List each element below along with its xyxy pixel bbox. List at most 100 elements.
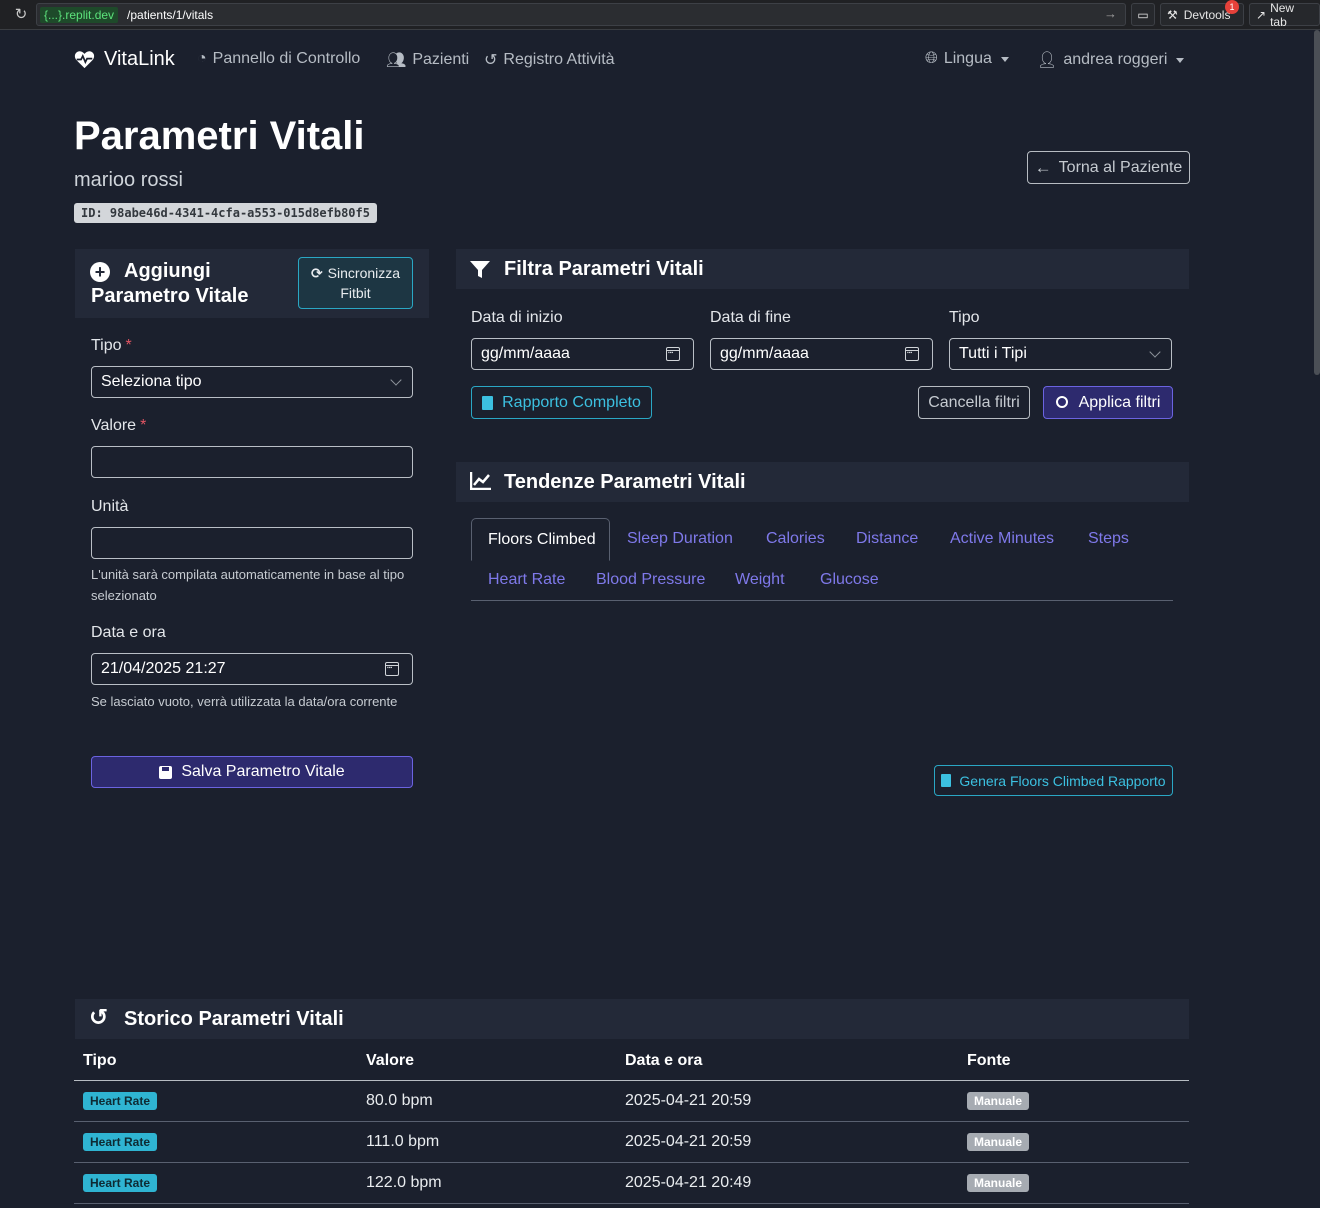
url-path: /patients/1/vitals [127, 7, 214, 22]
type-select[interactable]: Seleziona tipo [91, 366, 413, 398]
datetime-cell: 2025-04-21 20:49 [625, 1174, 752, 1191]
url-host: {...}.replit.dev [40, 6, 119, 23]
patient-id-badge: ID: 98abe46d-4341-4cfa-a553-015d8efb80f5 [74, 203, 377, 223]
type-select-value: Seleziona tipo [101, 373, 202, 390]
apply-filters-label: Applica filtri [1078, 393, 1161, 411]
start-date-placeholder: gg/mm/aaaa [481, 345, 570, 362]
save-vital-label: Salva Parametro Vitale [181, 763, 345, 780]
datetime-cell: 2025-04-21 20:59 [625, 1092, 752, 1109]
tab-calories[interactable]: Calories [766, 530, 825, 548]
tab-weight[interactable]: Weight [735, 571, 785, 589]
devtools-label: Devtools [1183, 7, 1231, 22]
tabs-divider [471, 600, 1173, 601]
calendar-icon[interactable] [385, 662, 399, 676]
clear-filters-button[interactable]: Cancella filtri [918, 386, 1030, 419]
devtools-button[interactable]: ⚒ Devtools 1 [1160, 0, 1244, 26]
tab-distance[interactable]: Distance [856, 530, 918, 548]
brand-link[interactable]: VitaLink [74, 48, 175, 71]
nav-activity-label: Registro Attività [503, 51, 615, 68]
chevron-down-icon [390, 374, 402, 386]
tab-glucose[interactable]: Glucose [820, 571, 879, 589]
filter-type-value: Tutti i Tipi [959, 345, 1027, 362]
end-date-input[interactable]: gg/mm/aaaa [710, 338, 933, 370]
plus-circle-icon: + [90, 262, 110, 282]
value-input[interactable] [91, 446, 413, 478]
column-header-datetime: Data e ora [625, 1052, 703, 1069]
apply-filters-button[interactable]: Applica filtri [1043, 386, 1173, 419]
user-dropdown[interactable]: 👤︎ andrea roggeri [1037, 50, 1184, 70]
value-label: Valore * [91, 417, 147, 434]
nav-activity-log[interactable]: ↺ Registro Attività [484, 50, 615, 70]
row-divider [74, 1203, 1189, 1204]
address-bar[interactable]: {...}.replit.dev /patients/1/vitals → [36, 3, 1126, 26]
navbar: VitaLink ◔ Pannello di Controllo 👥︎ Pazi… [0, 30, 1320, 90]
new-tab-button[interactable]: ↗ New tab [1249, 0, 1320, 29]
arrow-right-icon[interactable]: → [1104, 6, 1117, 21]
filter-title: Filtra Parametri Vitali [504, 258, 704, 280]
value-cell: 111.0 bpm [366, 1133, 440, 1150]
add-vital-header: + Aggiungi Parametro Vitale ⟳ Sincronizza… [75, 249, 429, 318]
language-dropdown[interactable]: 🌐︎ Lingua [925, 50, 1009, 68]
filter-type-select[interactable]: Tutti i Tipi [949, 338, 1172, 370]
history-icon: ↺ [89, 1004, 109, 1030]
full-report-button[interactable]: Rapporto Completo [471, 386, 652, 419]
file-pdf-icon [941, 774, 952, 787]
history-title: Storico Parametri Vitali [124, 1008, 344, 1030]
filter-header: Filtra Parametri Vitali [456, 249, 1189, 289]
search-icon [1055, 395, 1068, 408]
start-date-input[interactable]: gg/mm/aaaa [471, 338, 694, 370]
trends-title: Tendenze Parametri Vitali [504, 471, 746, 493]
nav-patients[interactable]: 👥︎ Pazienti [386, 50, 469, 70]
source-badge: Manuale [967, 1174, 1030, 1192]
tab-steps[interactable]: Steps [1088, 530, 1129, 548]
row-divider [74, 1121, 1189, 1122]
wrench-icon: ⚒ [1167, 7, 1178, 22]
tab-sleep-duration[interactable]: Sleep Duration [627, 530, 733, 548]
unit-help-text: L'unità sarà compilata automaticamente i… [91, 567, 405, 603]
new-tab-label: New tab [1270, 0, 1295, 29]
tab-blood-pressure[interactable]: Blood Pressure [596, 571, 705, 589]
calendar-icon[interactable] [666, 347, 680, 361]
datetime-cell: 2025-04-21 20:59 [625, 1133, 752, 1150]
calendar-icon[interactable] [905, 347, 919, 361]
globe-icon: 🌐︎ [925, 50, 938, 67]
browser-toolbar: ↻ {...}.replit.dev /patients/1/vitals → … [0, 0, 1320, 30]
patient-name: marioo rossi [74, 169, 183, 191]
sync-icon: ⟳ [310, 265, 323, 281]
nav-patients-label: Pazienti [412, 51, 470, 68]
file-pdf-icon [482, 395, 494, 410]
datetime-label: Data e ora [91, 624, 166, 641]
brand-name: VitaLink [104, 48, 175, 70]
sync-fitbit-button[interactable]: ⟳ Sincronizza Fitbit [298, 257, 413, 309]
column-header-type: Tipo [83, 1052, 117, 1069]
add-vital-title-line2: Parametro Vitale [91, 285, 249, 307]
tab-heart-rate[interactable]: Heart Rate [488, 571, 565, 589]
value-cell: 80.0 bpm [366, 1092, 433, 1109]
unit-label: Unità [91, 498, 129, 515]
type-badge: Heart Rate [83, 1133, 158, 1151]
language-label: Lingua [943, 50, 992, 67]
gauge-icon: ◔ [197, 50, 207, 67]
datetime-input[interactable]: 21/04/2025 21:27 [91, 653, 413, 685]
arrow-left-icon: ← [1034, 157, 1052, 177]
row-divider [74, 1162, 1189, 1163]
generate-report-button[interactable]: Genera Floors Climbed Rapporto [934, 765, 1173, 796]
save-icon [159, 765, 173, 779]
device-icon[interactable]: ▭ [1131, 3, 1155, 26]
nav-dashboard-label: Pannello di Controllo [212, 50, 361, 67]
type-badge: Heart Rate [83, 1174, 158, 1192]
back-to-patient-button[interactable]: ← Torna al Paziente [1027, 151, 1190, 184]
value-cell: 122.0 bpm [366, 1174, 442, 1191]
user-name: andrea roggeri [1063, 51, 1168, 68]
nav-dashboard[interactable]: ◔ Pannello di Controllo [197, 50, 360, 68]
page-title: Parametri Vitali [74, 114, 365, 158]
save-vital-button[interactable]: Salva Parametro Vitale [91, 756, 413, 788]
sync-label-line1: Sincronizza [327, 265, 401, 281]
tab-active-minutes[interactable]: Active Minutes [950, 530, 1054, 548]
sync-label-line2: Fitbit [340, 285, 371, 301]
chevron-down-icon [1149, 346, 1161, 358]
type-badge: Heart Rate [83, 1092, 158, 1110]
unit-input[interactable] [91, 527, 413, 559]
reload-icon[interactable]: ↻ [11, 5, 31, 25]
tab-floors-climbed[interactable]: Floors Climbed [471, 518, 610, 561]
